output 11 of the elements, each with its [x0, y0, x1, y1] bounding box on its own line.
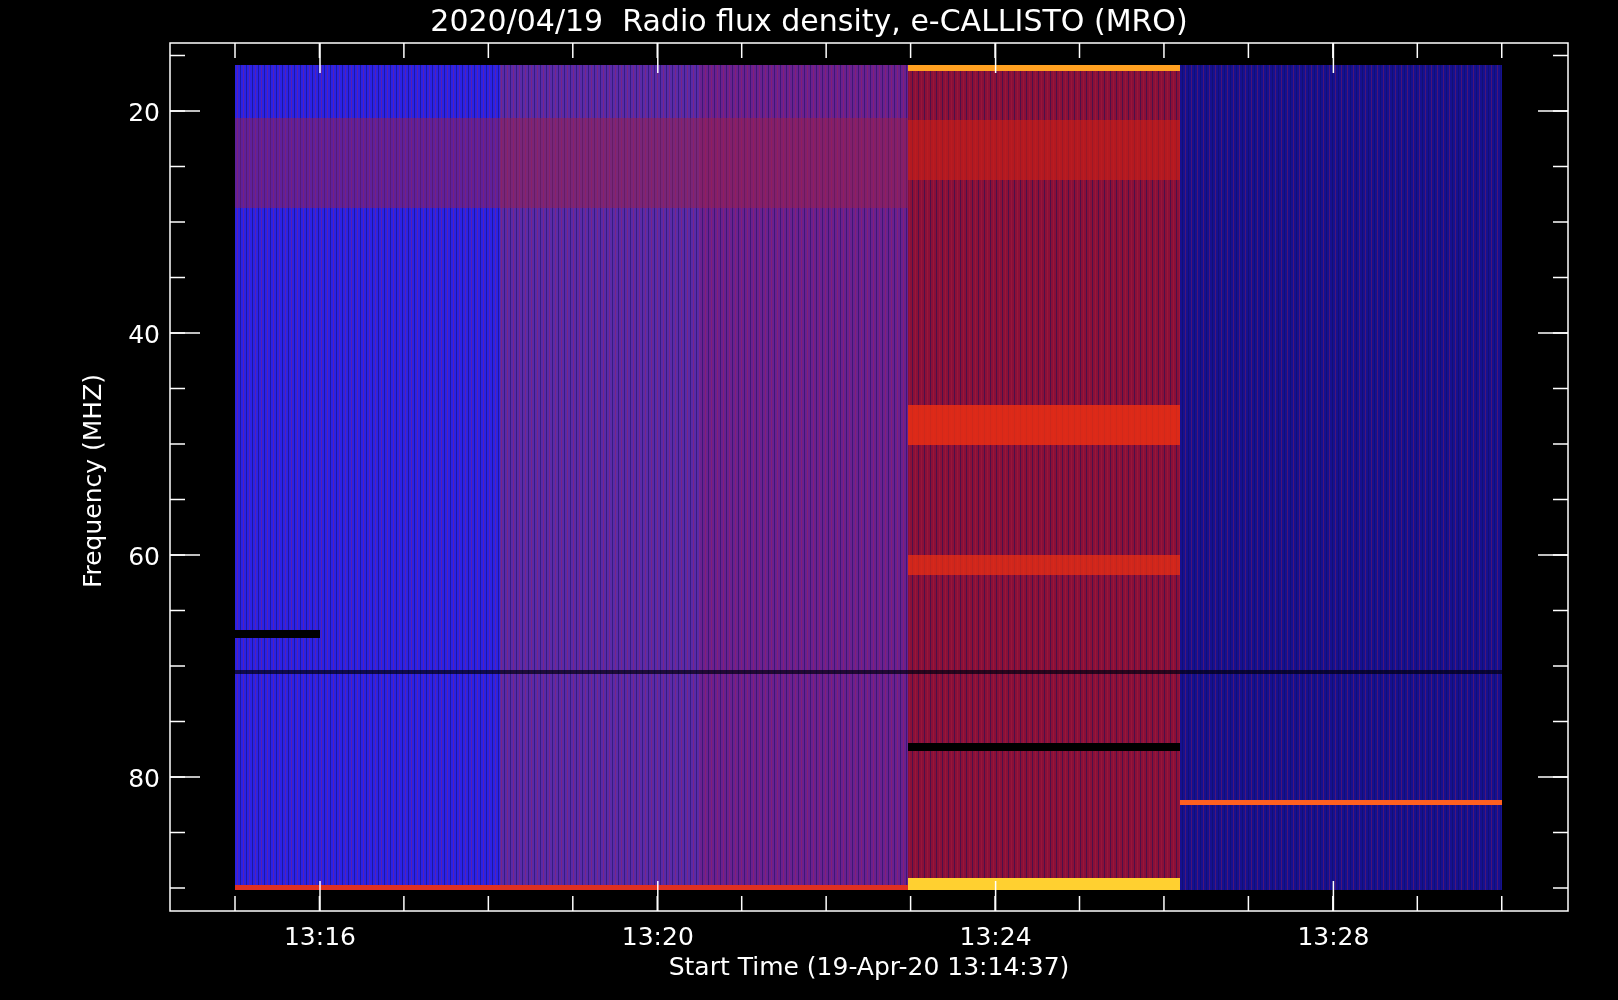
x-tick-label: 13:28 — [1297, 922, 1370, 951]
x-tick-label: 13:16 — [284, 922, 356, 951]
y-tick-label: 80 — [128, 764, 160, 793]
x-tick-label: 13:20 — [621, 922, 694, 951]
x-tick-label: 13:24 — [959, 922, 1032, 951]
y-axis-label: Frequency (MHZ) — [78, 373, 107, 589]
chart-title: 2020/04/19 Radio flux density, e-CALLISTO (MRO) — [430, 3, 1188, 38]
y-tick-label: 20 — [128, 98, 160, 127]
y-tick-label: 40 — [128, 320, 160, 349]
y-tick-label: 60 — [128, 542, 160, 571]
x-axis-label: Start Time (19-Apr-20 13:14:37) — [668, 952, 1070, 981]
